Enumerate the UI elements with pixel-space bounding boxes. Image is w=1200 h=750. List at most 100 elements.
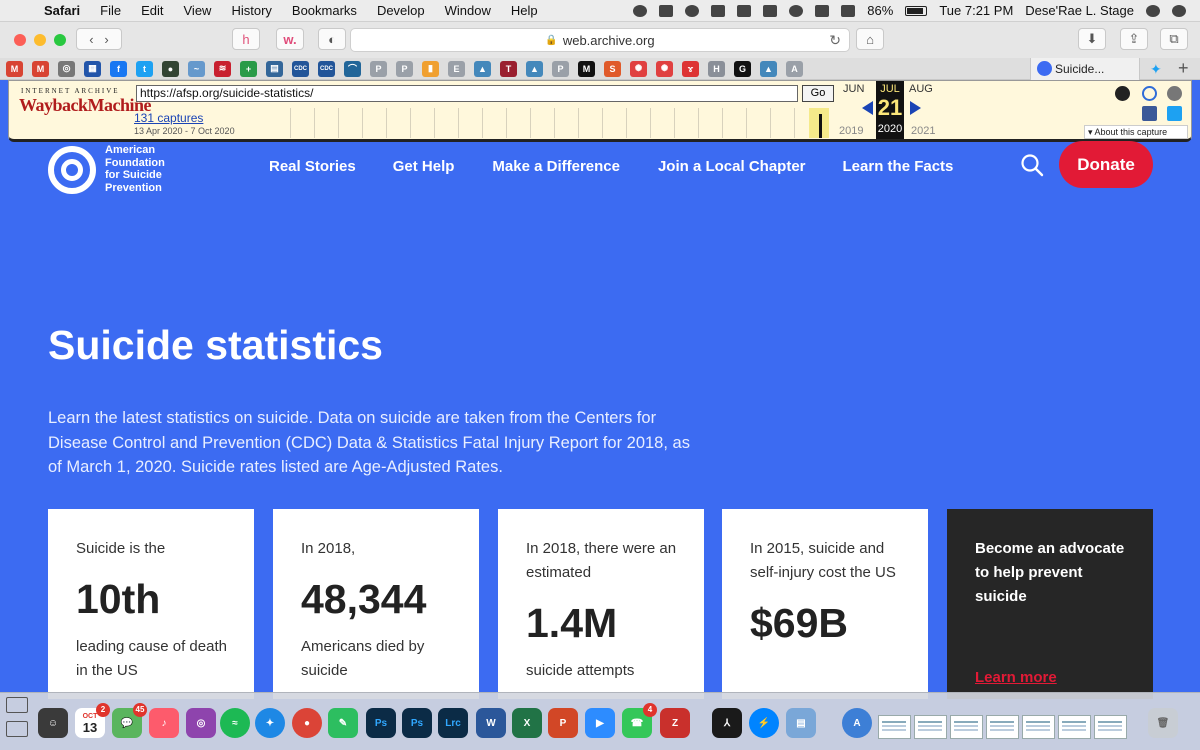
reload-icon[interactable]: ↻: [829, 32, 841, 49]
twitter-share-icon[interactable]: [1167, 106, 1182, 121]
cross-icon[interactable]: +: [240, 60, 257, 77]
compass-icon[interactable]: ◎: [58, 60, 75, 77]
nav-make-a-difference[interactable]: Make a Difference: [492, 158, 620, 175]
p-icon[interactable]: P: [396, 60, 413, 77]
menu-help[interactable]: Help: [501, 3, 548, 18]
learn-more-link[interactable]: Learn more: [975, 669, 1057, 686]
evernote-icon[interactable]: ✎: [328, 708, 358, 738]
minimized-window-thumbnail[interactable]: [1022, 715, 1055, 739]
target-icon[interactable]: ✺: [630, 60, 647, 77]
powerpoint-icon[interactable]: P: [548, 708, 578, 738]
user-account-icon[interactable]: [1115, 86, 1130, 101]
spotify-icon[interactable]: ≈: [220, 708, 250, 738]
preview-icon[interactable]: ▤: [786, 708, 816, 738]
acrobat-icon[interactable]: ⅄: [712, 708, 742, 738]
lightroom-icon[interactable]: Lrc: [438, 708, 468, 738]
zotero-icon[interactable]: Z: [660, 708, 690, 738]
twitter-icon[interactable]: t: [136, 60, 153, 77]
s-icon[interactable]: S: [604, 60, 621, 77]
chrome-icon[interactable]: ●: [292, 708, 322, 738]
p-icon[interactable]: P: [552, 60, 569, 77]
nav-get-help[interactable]: Get Help: [393, 158, 455, 175]
wayback-url-input[interactable]: https://afsp.org/suicide-statistics/: [136, 85, 798, 102]
home-button[interactable]: ⌂: [856, 28, 884, 50]
menu-bookmarks[interactable]: Bookmarks: [282, 3, 367, 18]
menu-window[interactable]: Window: [435, 3, 501, 18]
dropbox-status-icon[interactable]: [659, 4, 674, 17]
window-status-icon[interactable]: [711, 4, 726, 17]
bank-icon[interactable]: ≋: [214, 60, 231, 77]
menu-view[interactable]: View: [174, 3, 222, 18]
music-icon[interactable]: ♪: [149, 708, 179, 738]
word-icon[interactable]: W: [476, 708, 506, 738]
ribbon-icon[interactable]: ɤ: [682, 60, 699, 77]
finder-icon[interactable]: ☺: [38, 708, 68, 738]
next-capture-arrow-icon[interactable]: [910, 101, 921, 115]
menu-user[interactable]: Dese'Rae L. Stage: [1025, 3, 1134, 18]
gmail-icon[interactable]: M: [6, 60, 23, 77]
menu-edit[interactable]: Edit: [131, 3, 173, 18]
minimized-window-thumbnail[interactable]: [1094, 715, 1127, 739]
t-icon[interactable]: T: [500, 60, 517, 77]
photoshop-2-icon[interactable]: Ps: [402, 708, 432, 738]
afsp-logo-text[interactable]: American Foundation for Suicide Preventi…: [105, 144, 185, 194]
prev-year-label[interactable]: 2019: [839, 125, 863, 137]
photo-icon[interactable]: ▲: [474, 60, 491, 77]
donate-button[interactable]: Donate: [1059, 141, 1153, 188]
minimized-window-thumbnail[interactable]: [878, 715, 911, 739]
facetime-icon[interactable]: ☎ 4: [622, 703, 657, 738]
airplay-status-icon[interactable]: [763, 4, 778, 17]
back-arrow-icon[interactable]: ‹: [89, 32, 93, 47]
zoom-window-button[interactable]: [54, 34, 66, 46]
cdc-icon[interactable]: CDC: [292, 60, 309, 77]
forward-status-icon[interactable]: [685, 4, 700, 17]
calendar-icon[interactable]: OCT 13 2: [75, 703, 110, 738]
bookmark-icon[interactable]: ▮: [422, 60, 439, 77]
trash-icon[interactable]: 🗑: [1148, 708, 1178, 738]
facebook-share-icon[interactable]: [1142, 106, 1157, 121]
photoshop-icon[interactable]: Ps: [366, 708, 396, 738]
downloads-button[interactable]: ⬇: [1078, 28, 1106, 50]
close-wayback-icon[interactable]: [1167, 86, 1182, 101]
flame-status-icon[interactable]: [737, 4, 752, 17]
menu-app-safari[interactable]: Safari: [34, 3, 90, 18]
zoom-icon[interactable]: ▶: [585, 708, 615, 738]
battery-icon[interactable]: [905, 5, 928, 16]
e-icon[interactable]: E: [448, 60, 465, 77]
g-icon[interactable]: G: [734, 60, 751, 77]
wayback-captures-link[interactable]: 131 captures: [134, 111, 203, 125]
forward-arrow-icon[interactable]: ›: [104, 32, 108, 47]
facebook-icon[interactable]: f: [110, 60, 127, 77]
messages-icon[interactable]: 💬 45: [112, 703, 147, 738]
search-icon[interactable]: [1020, 153, 1044, 177]
menu-file[interactable]: File: [90, 3, 131, 18]
volume-icon[interactable]: [841, 4, 856, 17]
menu-develop[interactable]: Develop: [367, 3, 435, 18]
close-window-button[interactable]: [14, 34, 26, 46]
bridge-icon[interactable]: ⌒: [344, 60, 361, 77]
app-store-icon[interactable]: A: [842, 708, 872, 738]
minimized-window-thumbnail[interactable]: [950, 715, 983, 739]
spy-icon[interactable]: ●: [162, 60, 179, 77]
next-month-label[interactable]: AUG: [909, 83, 933, 95]
prev-capture-arrow-icon[interactable]: [862, 101, 873, 115]
honey-extension-icon[interactable]: h: [232, 28, 260, 50]
h-icon[interactable]: H: [708, 60, 725, 77]
evernote-status-icon[interactable]: [633, 4, 648, 17]
new-tab-button[interactable]: +: [1178, 58, 1189, 79]
grid-icon[interactable]: ▦: [84, 60, 101, 77]
next-year-label[interactable]: 2021: [911, 125, 935, 137]
minimized-window-thumbnail[interactable]: [986, 715, 1019, 739]
spotlight-search-icon[interactable]: [1146, 4, 1160, 17]
excel-icon[interactable]: X: [512, 708, 542, 738]
screen-sharing-icon[interactable]: [6, 697, 28, 713]
bird-icon[interactable]: ~: [188, 60, 205, 77]
landscape-icon[interactable]: ▲: [526, 60, 543, 77]
prev-month-label[interactable]: JUN: [843, 83, 864, 95]
active-tab[interactable]: Suicide...: [1030, 58, 1140, 80]
time-machine-status-icon[interactable]: [789, 4, 804, 17]
wayback-go-button[interactable]: Go: [802, 85, 834, 102]
wayback-logo[interactable]: WaybackMachine: [19, 95, 152, 116]
cdc-icon[interactable]: CDC: [318, 60, 335, 77]
about-capture-dropdown[interactable]: ▾ About this capture: [1084, 125, 1188, 139]
